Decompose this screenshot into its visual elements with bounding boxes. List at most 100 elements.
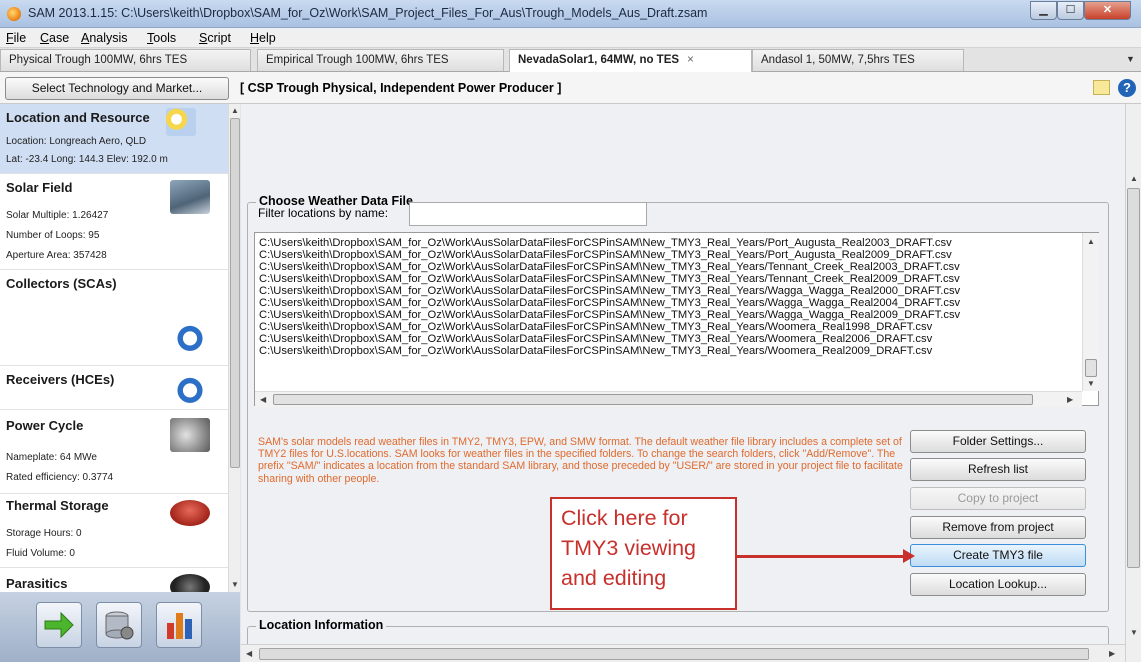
weather-file-list[interactable]: C:\Users\keith\Dropbox\SAM_for_Oz\Work\A… — [254, 232, 1099, 407]
sidebar-item-title: Solar Field — [6, 180, 73, 195]
sidebar-item-thermal-storage[interactable]: Thermal Storage Storage Hours: 0 Fluid V… — [0, 494, 228, 568]
sidebar-item-location-resource[interactable]: Location and Resource Location: Longreac… — [0, 104, 228, 174]
list-item[interactable]: C:\Users\keith\Dropbox\SAM_for_Oz\Work\A… — [259, 237, 952, 249]
storage-tank-icon — [170, 500, 210, 526]
folder-settings-button[interactable]: Folder Settings... — [910, 430, 1086, 453]
sidebar-item-title: Power Cycle — [6, 418, 84, 433]
minimize-button[interactable]: ▁ — [1030, 1, 1057, 20]
tab-label: Andasol 1, 50MW, 7,5hrs TES — [761, 54, 915, 66]
input-page-sidebar: Location and Resource Location: Longreac… — [0, 104, 240, 662]
sidebar-item-power-cycle[interactable]: Power Cycle Nameplate: 64 MWe Rated effi… — [0, 410, 228, 494]
maximize-button[interactable]: ☐ — [1057, 1, 1084, 20]
menu-help[interactable]: Help — [250, 31, 276, 45]
tab-label: Physical Trough 100MW, 6hrs TES — [9, 54, 188, 66]
menu-file[interactable]: File — [6, 31, 26, 45]
scroll-right-icon[interactable]: ▶ — [1067, 395, 1073, 404]
list-item[interactable]: C:\Users\keith\Dropbox\SAM_for_Oz\Work\A… — [259, 249, 952, 261]
list-item[interactable]: C:\Users\keith\Dropbox\SAM_for_Oz\Work\A… — [259, 261, 960, 273]
menu-analysis[interactable]: Analysis — [81, 31, 128, 45]
menu-tools[interactable]: Tools — [147, 31, 176, 45]
sidebar-item-title: Receivers (HCEs) — [6, 372, 115, 387]
case-tab-bar: Physical Trough 100MW, 6hrs TES Empirica… — [0, 48, 1141, 72]
tab-label: NevadaSolar1, 64MW, no TES — [518, 54, 680, 66]
filter-label: Filter locations by name: — [258, 206, 389, 220]
file-list-hscroll-thumb[interactable] — [273, 394, 1033, 405]
results-button[interactable] — [156, 602, 202, 648]
scroll-down-icon[interactable]: ▼ — [231, 580, 239, 589]
refresh-list-button[interactable]: Refresh list — [910, 458, 1086, 481]
callout-text: Click here for TMY3 viewing and editing — [561, 506, 697, 590]
sidebar-item-collectors[interactable]: Collectors (SCAs) — [0, 270, 228, 366]
sidebar-item-receivers[interactable]: Receivers (HCEs) — [0, 366, 228, 410]
main-hscroll[interactable]: ◀ ▶ — [241, 644, 1125, 662]
sun-cloud-icon — [166, 108, 196, 136]
location-lookup-button[interactable]: Location Lookup... — [910, 573, 1086, 596]
close-window-button[interactable]: ✕ — [1084, 1, 1131, 20]
sidebar-scrollbar[interactable]: ▲ ▼ — [228, 104, 240, 592]
scroll-left-icon[interactable]: ◀ — [246, 649, 252, 658]
tab-overflow-icon[interactable]: ▼ — [1126, 54, 1135, 64]
sidebar-scroll-thumb[interactable] — [230, 118, 240, 468]
sidebar-item-detail: Solar Multiple: 1.26427 — [6, 210, 109, 221]
tab-andasol[interactable]: Andasol 1, 50MW, 7,5hrs TES — [752, 49, 964, 71]
scroll-down-icon[interactable]: ▼ — [1087, 379, 1095, 388]
technology-toolbar: Select Technology and Market... [ CSP Tr… — [0, 72, 1141, 104]
sidebar-item-parasitics[interactable]: Parasitics — [0, 568, 228, 592]
sidebar-item-detail: Aperture Area: 357428 — [6, 250, 107, 261]
menu-script[interactable]: Script — [199, 31, 231, 45]
config-label: [ CSP Trough Physical, Independent Power… — [240, 81, 562, 95]
weather-help-text: SAM's solar models read weather files in… — [258, 436, 903, 485]
list-item[interactable]: C:\Users\keith\Dropbox\SAM_for_Oz\Work\A… — [259, 321, 932, 333]
scroll-right-icon[interactable]: ▶ — [1109, 649, 1115, 658]
main-hscroll-thumb[interactable] — [259, 648, 1089, 660]
input-page-list: Location and Resource Location: Longreac… — [0, 104, 228, 592]
file-list-hscroll[interactable]: ◀ ▶ — [255, 391, 1082, 407]
annotation-callout: Click here for TMY3 viewing and editing — [550, 497, 737, 610]
sidebar-item-title: Location and Resource — [6, 110, 150, 125]
list-item[interactable]: C:\Users\keith\Dropbox\SAM_for_Oz\Work\A… — [259, 333, 932, 345]
scroll-up-icon[interactable]: ▲ — [231, 106, 239, 115]
scroll-up-icon[interactable]: ▲ — [1087, 237, 1095, 246]
tab-empirical-trough[interactable]: Empirical Trough 100MW, 6hrs TES — [257, 49, 504, 71]
pump-icon — [170, 574, 210, 592]
sidebar-footer — [0, 592, 240, 662]
sidebar-item-title: Collectors (SCAs) — [6, 276, 117, 291]
list-item[interactable]: C:\Users\keith\Dropbox\SAM_for_Oz\Work\A… — [259, 309, 960, 321]
list-item[interactable]: C:\Users\keith\Dropbox\SAM_for_Oz\Work\A… — [259, 345, 932, 357]
notes-icon[interactable] — [1093, 80, 1110, 95]
run-simulation-button[interactable] — [36, 602, 82, 648]
menu-case[interactable]: Case — [40, 31, 69, 45]
main-vscroll-thumb[interactable] — [1127, 188, 1140, 568]
help-icon[interactable]: ? — [1118, 79, 1136, 97]
file-list-vscroll[interactable]: ▲ ▼ — [1082, 233, 1099, 391]
file-list-vscroll-thumb[interactable] — [1085, 359, 1097, 377]
remove-from-project-button[interactable]: Remove from project — [910, 516, 1086, 539]
filter-locations-input[interactable] — [409, 202, 647, 226]
title-bar: SAM 2013.1.15: C:\Users\keith\Dropbox\SA… — [0, 0, 1141, 28]
sidebar-item-title: Parasitics — [6, 576, 68, 591]
scroll-up-icon[interactable]: ▲ — [1130, 174, 1138, 183]
collector-icon — [172, 318, 208, 352]
window-title: SAM 2013.1.15: C:\Users\keith\Dropbox\SA… — [28, 6, 708, 20]
scroll-left-icon[interactable]: ◀ — [260, 395, 266, 404]
sidebar-item-detail: Storage Hours: 0 — [6, 528, 82, 539]
solar-field-icon — [170, 180, 210, 214]
database-gear-icon — [105, 611, 134, 640]
tab-physical-trough[interactable]: Physical Trough 100MW, 6hrs TES — [0, 49, 251, 71]
sidebar-item-solar-field[interactable]: Solar Field Solar Multiple: 1.26427 Numb… — [0, 174, 228, 270]
copy-to-project-button[interactable]: Copy to project — [910, 487, 1086, 510]
parametrics-button[interactable] — [96, 602, 142, 648]
scroll-down-icon[interactable]: ▼ — [1130, 628, 1138, 637]
list-item[interactable]: C:\Users\keith\Dropbox\SAM_for_Oz\Work\A… — [259, 297, 960, 309]
menu-bar: File Case Analysis Tools Script Help — [0, 28, 1141, 48]
tab-nevada-solar[interactable]: NevadaSolar1, 64MW, no TES × — [509, 49, 752, 72]
main-vscroll[interactable]: ▲ ▼ — [1125, 104, 1141, 662]
select-technology-button[interactable]: Select Technology and Market... — [5, 77, 229, 100]
list-item[interactable]: C:\Users\keith\Dropbox\SAM_for_Oz\Work\A… — [259, 273, 960, 285]
create-tmy3-file-button[interactable]: Create TMY3 file — [910, 544, 1086, 567]
sidebar-item-detail: Lat: -23.4 Long: 144.3 Elev: 192.0 m — [6, 154, 168, 165]
list-item[interactable]: C:\Users\keith\Dropbox\SAM_for_Oz\Work\A… — [259, 285, 960, 297]
green-arrow-icon — [44, 611, 74, 639]
bar-chart-icon — [167, 613, 192, 639]
close-tab-icon[interactable]: × — [687, 54, 694, 66]
